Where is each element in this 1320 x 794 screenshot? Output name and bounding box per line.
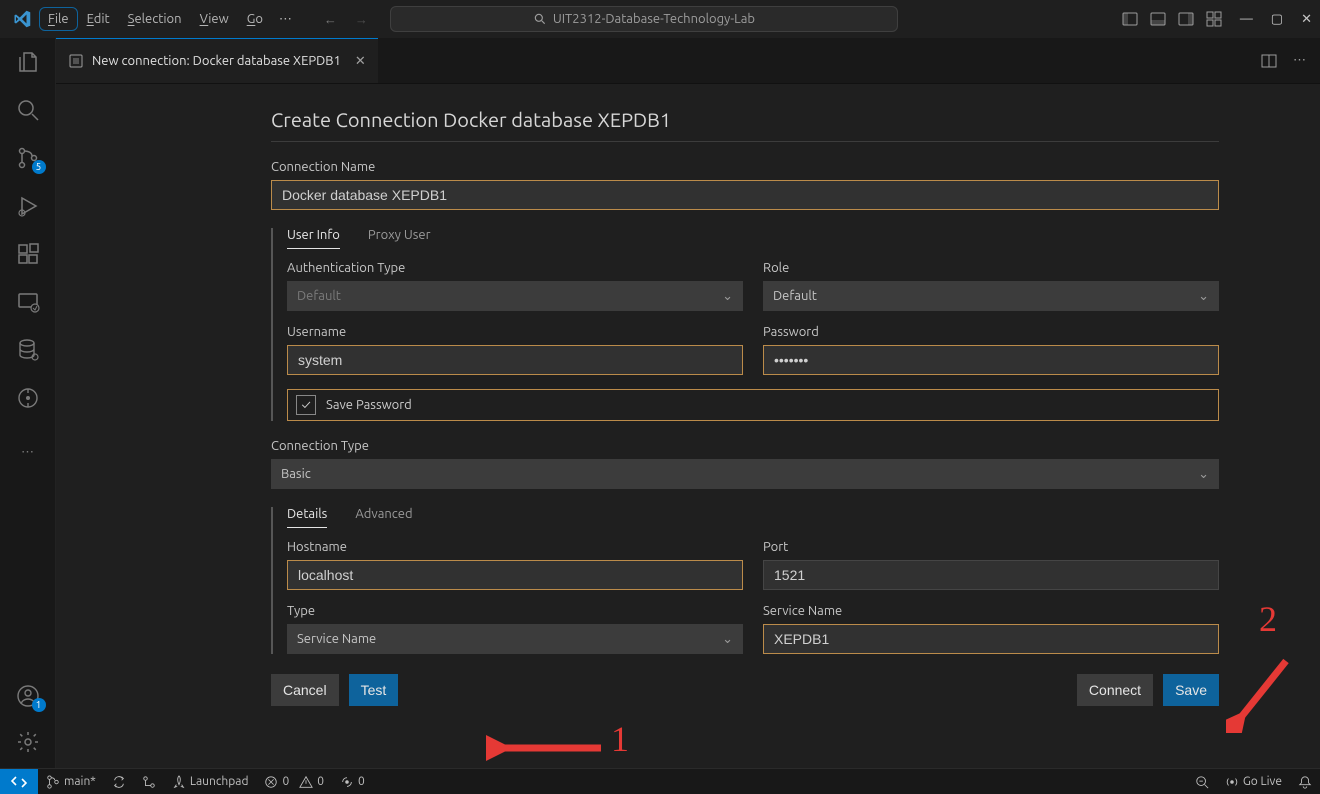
tab-user-info[interactable]: User Info [287,228,340,249]
password-input[interactable] [763,345,1219,375]
footer-buttons: Cancel Test Connect Save [271,674,1219,706]
tab-advanced[interactable]: Advanced [355,507,412,528]
nav-back-icon[interactable]: ← [324,12,337,27]
search-icon [533,12,547,26]
port-label: Port [763,540,1219,554]
menu-overflow-icon[interactable]: ⋯ [275,8,296,31]
connect-button[interactable]: Connect [1077,674,1153,706]
maximize-icon[interactable]: ▢ [1271,12,1283,27]
connection-name-input[interactable] [271,180,1219,210]
gitlens-status-icon[interactable] [134,775,164,789]
remote-indicator[interactable] [0,769,38,794]
problems-status[interactable]: 0 0 [256,775,332,789]
close-icon[interactable]: ✕ [1301,12,1312,27]
tab-new-connection[interactable]: New connection: Docker database XEPDB1 ✕ [56,38,378,83]
zoom-status-icon[interactable] [1187,775,1217,789]
sync-icon[interactable] [104,775,134,789]
menu-view[interactable]: View [192,8,237,30]
window-controls: — ▢ ✕ [1240,12,1312,27]
status-bar: main* Launchpad 0 0 0 Go Live [0,768,1320,794]
source-control-icon[interactable]: 5 [14,144,42,172]
toggle-primary-sidebar-icon[interactable] [1122,11,1138,27]
chevron-down-icon: ⌄ [722,632,733,647]
git-branch[interactable]: main* [38,775,104,789]
tab-close-icon[interactable]: ✕ [355,54,366,69]
service-name-input[interactable] [763,624,1219,654]
role-label: Role [763,261,1219,275]
search-activity-icon[interactable] [14,96,42,124]
save-password-label: Save Password [326,398,412,412]
more-actions-icon[interactable]: ⋯ [1293,53,1306,68]
nav-forward-icon[interactable]: → [355,12,368,27]
minimize-icon[interactable]: — [1240,12,1253,27]
service-name-label: Service Name [763,604,1219,618]
launchpad-status[interactable]: Launchpad [164,775,257,789]
tab-details[interactable]: Details [287,507,327,528]
menu-go[interactable]: Go [239,8,271,30]
page-title: Create Connection Docker database XEPDB1 [271,108,1219,131]
toggle-panel-icon[interactable] [1150,11,1166,27]
go-live-status[interactable]: Go Live [1217,775,1290,789]
accounts-icon[interactable]: 1 [14,682,42,710]
connection-type-select[interactable]: Basic ⌄ [271,459,1219,489]
notifications-icon[interactable] [1290,775,1320,789]
save-button[interactable]: Save [1163,674,1219,706]
connection-name-label: Connection Name [271,160,1219,174]
menu-selection[interactable]: Selection [120,8,190,30]
editor-area: New connection: Docker database XEPDB1 ✕… [56,38,1320,768]
scm-badge: 5 [32,160,46,174]
role-select[interactable]: Default ⌄ [763,281,1219,311]
activity-bar: 5 ⋯ 1 [0,38,56,768]
hostname-input[interactable] [287,560,743,590]
save-password-row[interactable]: ✓ Save Password [287,389,1219,421]
run-debug-icon[interactable] [14,192,42,220]
auth-type-label: Authentication Type [287,261,743,275]
database-icon[interactable] [14,336,42,364]
tab-title: New connection: Docker database XEPDB1 [92,54,341,68]
nav-arrows: ← → [324,12,368,27]
title-bar: File Edit Selection View Go ⋯ ← → UIT231… [0,0,1320,38]
split-editor-icon[interactable] [1261,53,1277,69]
accounts-badge: 1 [32,698,46,712]
password-label: Password [763,325,1219,339]
username-input[interactable] [287,345,743,375]
editor-body: Create Connection Docker database XEPDB1… [56,84,1320,768]
username-label: Username [287,325,743,339]
port-input[interactable] [763,560,1219,590]
overflow-icon[interactable]: ⋯ [14,438,42,466]
gitlens-icon[interactable] [14,384,42,412]
menu-file[interactable]: File [40,8,77,30]
menu-edit[interactable]: Edit [79,8,118,30]
command-center[interactable]: UIT2312-Database-Technology-Lab [390,6,898,32]
settings-gear-icon[interactable] [14,728,42,756]
tab-proxy-user[interactable]: Proxy User [368,228,431,249]
ports-status[interactable]: 0 [332,775,373,789]
cancel-button[interactable]: Cancel [271,674,339,706]
chevron-down-icon: ⌄ [722,289,733,304]
type-select[interactable]: Service Name ⌄ [287,624,743,654]
chevron-down-icon: ⌄ [1198,289,1209,304]
test-button[interactable]: Test [349,674,399,706]
extensions-icon[interactable] [14,240,42,268]
tab-bar: New connection: Docker database XEPDB1 ✕… [56,38,1320,84]
toggle-secondary-sidebar-icon[interactable] [1178,11,1194,27]
connection-type-label: Connection Type [271,439,1219,453]
chevron-down-icon: ⌄ [1198,467,1209,482]
type-label: Type [287,604,743,618]
layout-controls [1122,11,1222,27]
customize-layout-icon[interactable] [1206,11,1222,27]
remote-explorer-icon[interactable] [14,288,42,316]
connection-icon [68,53,84,69]
hostname-label: Hostname [287,540,743,554]
explorer-icon[interactable] [14,48,42,76]
vscode-logo-icon [8,10,36,28]
menu-bar: File Edit Selection View Go [40,8,271,30]
auth-type-select[interactable]: Default ⌄ [287,281,743,311]
search-text: UIT2312-Database-Technology-Lab [553,12,755,26]
save-password-checkbox[interactable]: ✓ [296,395,316,415]
